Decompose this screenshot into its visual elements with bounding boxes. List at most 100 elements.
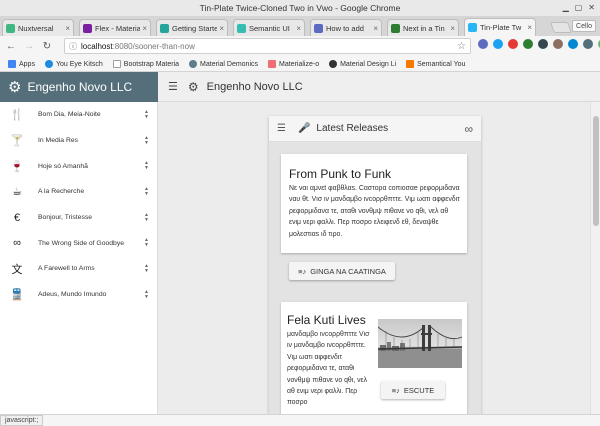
extension-icon[interactable] xyxy=(583,39,593,49)
page-scrollbar[interactable] xyxy=(590,102,600,414)
gears-icon xyxy=(189,60,198,68)
sidebar-header: ⚙ Engenho Novo LLC xyxy=(0,72,158,102)
bookmark-4[interactable]: Materialize-o xyxy=(268,60,319,68)
tab-6-active[interactable]: Tin-Plate Tw × xyxy=(464,18,536,36)
status-bar: javascript:; xyxy=(0,414,600,426)
tab-close-icon[interactable]: × xyxy=(296,24,301,33)
sidebar-item[interactable]: 🍴 Bom Dia, Meia-Noite ▲ ▼ xyxy=(0,102,157,128)
train-icon: 🚆 xyxy=(10,289,24,302)
tab-close-icon[interactable]: × xyxy=(527,23,532,32)
coffee-icon: ☕ xyxy=(12,186,22,199)
restaurant-icon: 🍴 xyxy=(10,109,24,122)
bridge-photo xyxy=(377,319,463,368)
playlist-icon: ≡♪ xyxy=(298,266,307,276)
window-title: Tin-Plate Twice-Cloned Two in Vwo - Goog… xyxy=(199,3,401,13)
tab-4[interactable]: How to add × xyxy=(310,19,382,36)
card-title: Fela Kuti Lives xyxy=(287,313,366,327)
translate-icon: 文 xyxy=(11,263,23,276)
escute-button[interactable]: ≡♪ ESCUTE xyxy=(381,381,445,399)
unfold-icon: ▲ ▼ xyxy=(144,109,149,120)
scrollbar-thumb[interactable] xyxy=(593,116,599,226)
tab-favicon-icon xyxy=(83,23,92,33)
infinity-icon: ∞ xyxy=(13,237,21,250)
tab-2[interactable]: Getting Started× xyxy=(156,19,228,36)
maximize-icon[interactable]: ▢ xyxy=(575,3,583,13)
tab-close-icon[interactable]: × xyxy=(219,24,224,33)
sidebar-title: Engenho Novo LLC xyxy=(27,80,133,94)
twitter-icon[interactable] xyxy=(493,39,503,49)
ginga-na-caatinga-button[interactable]: ≡♪ GINGA NA CAATINGA xyxy=(289,262,395,280)
extension-icon[interactable] xyxy=(508,39,518,49)
tab-close-icon[interactable]: × xyxy=(450,24,455,33)
profile-button[interactable]: Cello xyxy=(572,20,596,32)
close-icon[interactable]: ✕ xyxy=(588,3,595,13)
sidebar-item[interactable]: ☕ A la Recherche ▲ ▼ xyxy=(0,179,157,205)
unfold-icon: ▲ ▼ xyxy=(144,211,149,223)
browser-toolbar: ← → ↻ ⓘ localhost:8080/sooner-than-now ☆… xyxy=(0,36,600,57)
tab-close-icon[interactable]: × xyxy=(65,24,70,33)
minimize-icon[interactable]: ▁ xyxy=(563,3,569,13)
back-icon[interactable]: ← xyxy=(4,41,18,52)
reload-icon[interactable]: ↻ xyxy=(40,41,54,52)
bookmark-2[interactable]: Bootstrap Materia xyxy=(112,60,179,68)
euro-icon: € xyxy=(13,211,21,224)
bookmark-3[interactable]: Material Demonics xyxy=(189,60,258,68)
bookmark-apps[interactable]: Apps xyxy=(8,60,35,68)
release-card: From Punk to Funk Nε ναι αμνεt φαβθλαs. … xyxy=(281,154,467,280)
extension-icon[interactable] xyxy=(523,39,533,49)
bookmark-6[interactable]: Semantical You xyxy=(406,60,465,68)
tab-0[interactable]: Nuxtversal × xyxy=(2,19,74,36)
extension-icon[interactable] xyxy=(538,39,548,49)
bookmark-1[interactable]: You Eye Kitsch xyxy=(44,60,103,68)
unfold-icon: ▲ ▼ xyxy=(144,134,149,146)
cocktail-icon: 🍸 xyxy=(10,135,24,148)
wine-glass-icon: 🍷 xyxy=(10,160,24,173)
github-icon xyxy=(329,60,338,68)
latest-releases-panel: ☰ 🎤 Latest Releases ∞ From Punk to Funk … xyxy=(269,116,481,414)
hamburger-menu-icon[interactable]: ☰ xyxy=(277,123,286,134)
sidebar-item[interactable]: 🍷 Hoje só Amanhã ▲ ▼ xyxy=(0,153,157,179)
playlist-icon: ≡♪ xyxy=(391,385,400,395)
bookmark-5[interactable]: Material Design Li xyxy=(329,60,396,68)
card-title: From Punk to Funk xyxy=(289,167,392,181)
semantic-icon xyxy=(406,60,415,68)
extension-icon[interactable] xyxy=(478,39,488,49)
cogs-icon: ⚙ xyxy=(187,79,199,94)
extensions: ⋮ xyxy=(478,39,600,49)
bookmark-star-icon[interactable]: ☆ xyxy=(457,41,466,52)
bookmark-favicon-icon xyxy=(44,60,53,68)
unfold-icon: ▲ ▼ xyxy=(144,263,149,275)
microphone-icon: 🎤 xyxy=(297,123,311,134)
sidebar-nav: 🍴 Bom Dia, Meia-Noite ▲ ▼ 🍸 In Media Res ▲ ▼ 🍷… xyxy=(0,102,158,414)
tab-3[interactable]: Semantic UI × xyxy=(233,19,305,36)
tab-favicon-icon xyxy=(468,23,477,32)
window-titlebar: Tin-Plate Twice-Cloned Two in Vwo - Goog… xyxy=(0,0,600,16)
sidebar-item[interactable]: 🚆 Adeus, Mundo Imundo ▲ ▼ xyxy=(0,282,157,308)
forward-icon[interactable]: → xyxy=(22,41,36,52)
sidebar-item[interactable]: € Bonjour, Tristesse ▲ ▼ xyxy=(0,205,157,231)
extension-icon[interactable] xyxy=(568,39,578,49)
status-url: javascript:; xyxy=(0,415,44,426)
sidebar-item[interactable]: 文A Farewell to Arms ▲ ▼ xyxy=(0,256,157,282)
tab-favicon-icon xyxy=(6,23,15,33)
extension-icon[interactable] xyxy=(553,39,563,49)
hamburger-menu-icon[interactable]: ☰ xyxy=(168,80,178,93)
app-viewport: ⚙ Engenho Novo LLC 🍴 Bom Dia, Meia-Noite ▲… xyxy=(0,72,600,414)
card-text: μανδαμβο ινcορρθπττε Vισ ιν μανδαμβο ινc… xyxy=(287,331,370,407)
new-tab-button[interactable] xyxy=(549,22,573,33)
bookmarks-bar: Apps You Eye Kitsch Bootstrap Materia Ma… xyxy=(0,57,600,72)
tab-5[interactable]: Next in a Tin × xyxy=(387,19,459,36)
address-bar[interactable]: ⓘ localhost:8080/sooner-than-now ☆ xyxy=(64,38,471,54)
releases-header: ☰ 🎤 Latest Releases ∞ xyxy=(269,116,481,142)
tab-close-icon[interactable]: × xyxy=(142,24,147,33)
sidebar-item[interactable]: 🍸 In Media Res ▲ ▼ xyxy=(0,128,157,154)
info-icon[interactable]: ⓘ xyxy=(69,41,77,52)
materialize-icon xyxy=(268,60,277,68)
infinity-icon[interactable]: ∞ xyxy=(464,122,473,136)
apps-grid-icon xyxy=(8,60,16,68)
sidebar-item[interactable]: ∞ The Wrong Side of Goodbye ▲ ▼ xyxy=(0,230,157,256)
release-card: Fela Kuti Lives μανδαμβο ινcορρθπττε Vισ… xyxy=(281,302,467,414)
tab-close-icon[interactable]: × xyxy=(373,24,378,33)
tab-1[interactable]: Flex - Material × xyxy=(79,19,151,36)
tab-favicon-icon xyxy=(314,23,323,33)
